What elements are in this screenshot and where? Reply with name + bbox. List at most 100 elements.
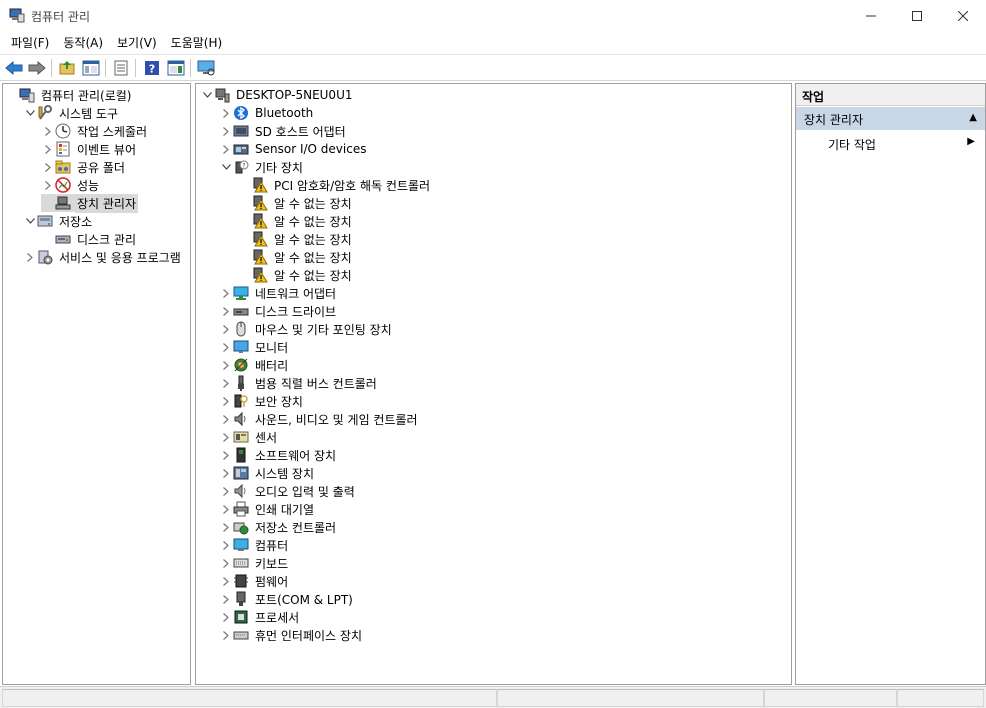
- collapse-arrow-icon[interactable]: [200, 86, 214, 104]
- device-category-item[interactable]: 인쇄 대기열: [219, 500, 316, 518]
- device-category-item[interactable]: 사운드, 비디오 및 게임 컨트롤러: [219, 410, 420, 428]
- device-category-item[interactable]: 휴먼 인터페이스 장치: [219, 626, 364, 644]
- maximize-button[interactable]: [894, 0, 940, 31]
- expand-arrow-icon[interactable]: [219, 302, 233, 320]
- console-tree-item[interactable]: 디스크 관리: [41, 230, 138, 248]
- minimize-button[interactable]: [848, 0, 894, 31]
- device-category-item[interactable]: 센서: [219, 428, 279, 446]
- device-category-item[interactable]: 배터리: [219, 356, 290, 374]
- menu-action[interactable]: 동작(A): [56, 31, 110, 53]
- device-category-item[interactable]: 포트(COM & LPT): [219, 590, 355, 608]
- expand-arrow-icon[interactable]: [219, 410, 233, 428]
- expand-arrow-icon[interactable]: [219, 338, 233, 356]
- show-action-pane-button[interactable]: [166, 58, 186, 78]
- expand-arrow-icon[interactable]: [219, 500, 233, 518]
- device-category-item[interactable]: PCI 암호화/암호 해독 컨트롤러: [238, 176, 432, 194]
- properties-button[interactable]: [111, 58, 131, 78]
- back-button[interactable]: [4, 58, 24, 78]
- device-category-item[interactable]: Sensor I/O devices: [219, 140, 368, 158]
- expand-arrow-icon[interactable]: [219, 374, 233, 392]
- expand-arrow-icon[interactable]: [219, 464, 233, 482]
- expand-arrow-icon[interactable]: [219, 554, 233, 572]
- expand-arrow-icon[interactable]: [219, 572, 233, 590]
- device-category-item[interactable]: 보안 장치: [219, 392, 305, 410]
- expand-arrow-icon[interactable]: [219, 482, 233, 500]
- expand-arrow-icon[interactable]: [219, 626, 233, 644]
- device-category-item[interactable]: Bluetooth: [219, 104, 315, 122]
- scan-hardware-button[interactable]: [196, 58, 216, 78]
- status-cell-3: [764, 689, 897, 707]
- expand-arrow-icon[interactable]: [219, 590, 233, 608]
- device-category-item[interactable]: 프로세서: [219, 608, 301, 626]
- expand-arrow-icon[interactable]: [219, 446, 233, 464]
- help-button[interactable]: ?: [142, 58, 162, 78]
- expand-arrow-icon[interactable]: [41, 158, 55, 176]
- expand-arrow-icon[interactable]: [41, 176, 55, 194]
- action-pane-icon: [167, 60, 185, 76]
- expand-arrow-icon[interactable]: [219, 284, 233, 302]
- expand-arrow-icon[interactable]: [41, 122, 55, 140]
- device-category-item[interactable]: 컴퓨터: [219, 536, 290, 554]
- device-category-item[interactable]: 시스템 장치: [219, 464, 316, 482]
- device-category-item[interactable]: 알 수 없는 장치: [238, 212, 354, 230]
- expand-arrow-icon[interactable]: [219, 356, 233, 374]
- console-tree-item[interactable]: 공유 폴더: [41, 158, 127, 176]
- console-tree-item[interactable]: 저장소: [23, 212, 94, 230]
- collapse-up-icon[interactable]: ▲: [969, 112, 977, 123]
- device-category-item[interactable]: 알 수 없는 장치: [238, 194, 354, 212]
- menu-file[interactable]: 파일(F): [4, 31, 56, 53]
- device-category-item[interactable]: 펌웨어: [219, 572, 290, 590]
- device-category-item-label: 프로세서: [255, 610, 300, 625]
- svg-text:?: ?: [242, 163, 245, 170]
- device-category-item[interactable]: 키보드: [219, 554, 290, 572]
- console-tree-item[interactable]: 성능: [41, 176, 101, 194]
- up-folder-button[interactable]: [57, 58, 77, 78]
- expand-arrow-icon[interactable]: [219, 122, 233, 140]
- services-icon: [37, 249, 53, 265]
- expand-arrow-icon[interactable]: [219, 320, 233, 338]
- expand-arrow-icon[interactable]: [219, 536, 233, 554]
- console-tree-item-label: 작업 스케줄러: [77, 124, 148, 139]
- console-tree-item[interactable]: 서비스 및 응용 프로그램: [23, 248, 183, 266]
- expand-arrow-icon[interactable]: [219, 608, 233, 626]
- console-tree-item[interactable]: 이벤트 뷰어: [41, 140, 138, 158]
- device-category-item[interactable]: 알 수 없는 장치: [238, 248, 354, 266]
- menu-view[interactable]: 보기(V): [110, 31, 164, 53]
- device-category-item[interactable]: 알 수 없는 장치: [238, 266, 354, 284]
- menu-help[interactable]: 도움말(H): [164, 31, 230, 53]
- expand-arrow-icon[interactable]: [219, 140, 233, 158]
- device-category-item[interactable]: 마우스 및 기타 포인팅 장치: [219, 320, 394, 338]
- collapse-arrow-icon[interactable]: [219, 158, 233, 176]
- device-category-item[interactable]: 범용 직렬 버스 컨트롤러: [219, 374, 379, 392]
- device-category-item[interactable]: ? 기타 장치: [219, 158, 305, 176]
- actions-section-device-manager[interactable]: 장치 관리자 ▲: [796, 107, 985, 130]
- forward-button[interactable]: [27, 58, 47, 78]
- collapse-arrow-icon[interactable]: [23, 212, 37, 230]
- expand-arrow-icon[interactable]: [219, 428, 233, 446]
- device-category-item[interactable]: 모니터: [219, 338, 290, 356]
- expand-arrow-icon[interactable]: [219, 392, 233, 410]
- device-category-item[interactable]: SD 호스트 어댑터: [219, 122, 348, 140]
- device-category-item-label: 컴퓨터: [255, 538, 289, 553]
- expand-arrow-icon[interactable]: [219, 518, 233, 536]
- actions-more-actions[interactable]: 기타 작업 ▶: [796, 133, 985, 153]
- device-category-item[interactable]: 소프트웨어 장치: [219, 446, 338, 464]
- close-button[interactable]: [940, 0, 986, 31]
- warning-device-icon: [252, 231, 268, 247]
- collapse-arrow-icon[interactable]: [23, 104, 37, 122]
- expand-arrow-icon[interactable]: [41, 140, 55, 158]
- expand-arrow-icon[interactable]: [23, 248, 37, 266]
- console-tree-item[interactable]: 작업 스케줄러: [41, 122, 149, 140]
- console-tree-item[interactable]: 장치 관리자: [41, 193, 139, 213]
- console-tree-item[interactable]: 컴퓨터 관리(로컬): [5, 86, 133, 104]
- device-category-item[interactable]: 알 수 없는 장치: [238, 230, 354, 248]
- device-category-item[interactable]: 저장소 컨트롤러: [219, 518, 338, 536]
- other-devices-icon: ?: [233, 159, 249, 175]
- show-console-tree-button[interactable]: [81, 58, 101, 78]
- device-category-item[interactable]: 디스크 드라이브: [219, 302, 338, 320]
- device-category-item[interactable]: 네트워크 어댑터: [219, 284, 338, 302]
- tree-root-node[interactable]: DESKTOP-5NEU0U1: [200, 86, 354, 104]
- expand-arrow-icon[interactable]: [219, 104, 233, 122]
- console-tree-item[interactable]: 시스템 도구: [23, 104, 120, 122]
- device-category-item[interactable]: 오디오 입력 및 출력: [219, 482, 357, 500]
